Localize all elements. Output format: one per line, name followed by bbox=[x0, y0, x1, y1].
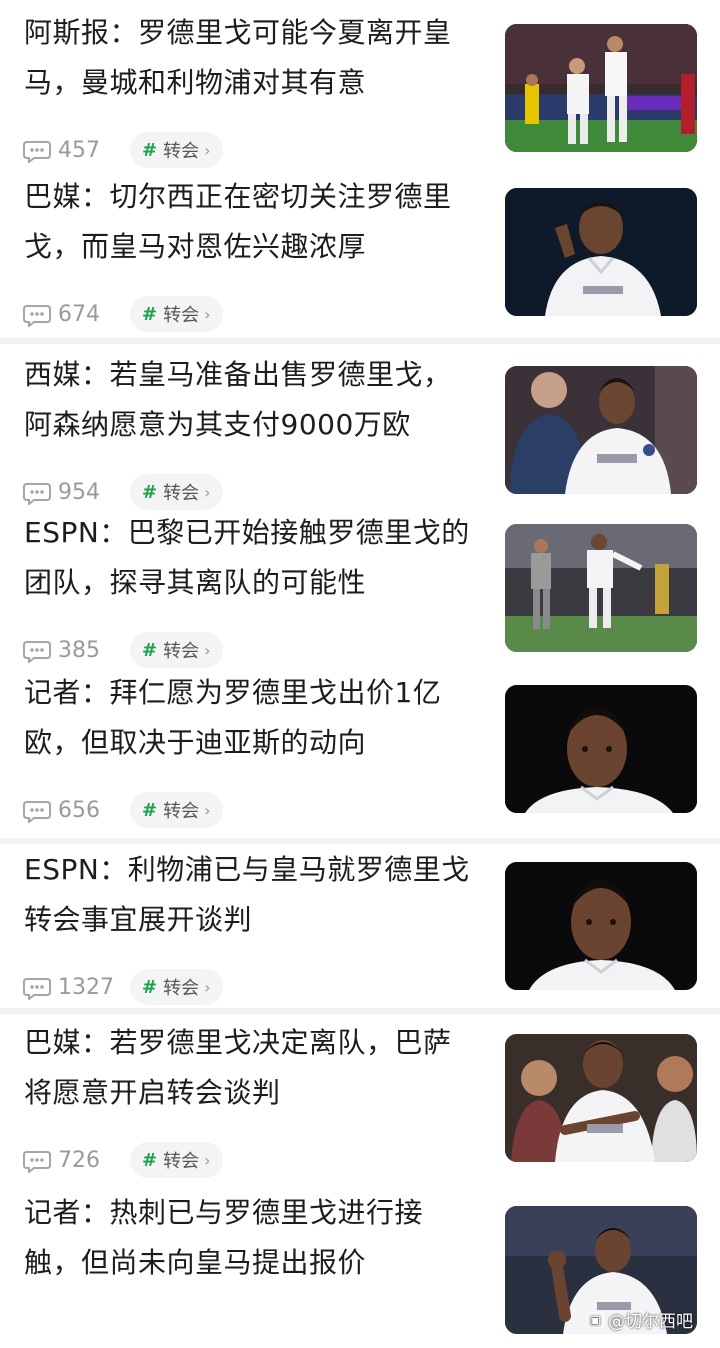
chevron-right-icon: › bbox=[204, 640, 211, 660]
comment-count: 385 bbox=[58, 637, 100, 663]
news-title[interactable]: ESPN：利物浦已与皇马就罗德里戈 转会事宜展开谈判 bbox=[24, 845, 486, 945]
news-title-line: 阿森纳愿意为其支付9000万欧 bbox=[24, 408, 411, 441]
news-title[interactable]: ESPN：巴黎已开始接触罗德里戈的 团队，探寻其离队的可能性 bbox=[24, 508, 486, 608]
comment-count: 674 bbox=[58, 301, 100, 327]
comment-icon bbox=[22, 303, 52, 327]
hash-icon: # bbox=[142, 139, 158, 161]
news-meta: 726 # 转会 › bbox=[22, 1142, 223, 1178]
topic-tag-label: 转会 bbox=[163, 1151, 200, 1172]
news-title-line: ESPN：利物浦已与皇马就罗德里戈 bbox=[24, 853, 470, 886]
comment-count: 954 bbox=[58, 479, 100, 505]
news-title-line: ESPN：巴黎已开始接触罗德里戈的 bbox=[24, 516, 470, 549]
chevron-right-icon: › bbox=[204, 482, 211, 502]
news-title[interactable]: 记者：拜仁愿为罗德里戈出价1亿 欧，但取决于迪亚斯的动向 bbox=[24, 668, 486, 768]
news-title[interactable]: 巴媒：若罗德里戈决定离队，巴萨 将愿意开启转会谈判 bbox=[24, 1018, 486, 1118]
comment-count: 656 bbox=[58, 797, 100, 823]
comment-icon bbox=[22, 1149, 52, 1173]
news-thumbnail[interactable] bbox=[505, 862, 697, 990]
news-title-line: 将愿意开启转会谈判 bbox=[24, 1076, 281, 1109]
chevron-right-icon: › bbox=[204, 977, 211, 997]
news-title-line: 巴媒：切尔西正在密切关注罗德里 bbox=[24, 180, 452, 213]
chevron-right-icon: › bbox=[204, 1150, 211, 1170]
news-feed: 阿斯报：罗德里戈可能今夏离开皇 马，曼城和利物浦对其有意 457 # 转会 › 巴媒：切尔西… bbox=[0, 0, 720, 1334]
topic-tag-transfer[interactable]: # 转会 › bbox=[130, 296, 223, 332]
news-thumbnail[interactable] bbox=[505, 188, 697, 316]
topic-tag-label: 转会 bbox=[163, 483, 200, 504]
news-meta: 1327 # 转会 › bbox=[22, 969, 223, 1005]
news-meta: 674 # 转会 › bbox=[22, 296, 223, 332]
section-divider bbox=[0, 1008, 720, 1014]
news-thumbnail[interactable] bbox=[505, 366, 697, 494]
topic-tag-label: 转会 bbox=[163, 641, 200, 662]
hash-icon: # bbox=[142, 1149, 158, 1171]
hash-icon: # bbox=[142, 639, 158, 661]
news-title[interactable]: 阿斯报：罗德里戈可能今夏离开皇 马，曼城和利物浦对其有意 bbox=[24, 8, 486, 108]
news-title-line: 戈，而皇马对恩佐兴趣浓厚 bbox=[24, 230, 367, 263]
topic-tag-transfer[interactable]: # 转会 › bbox=[130, 132, 223, 168]
news-title-line: 巴媒：若罗德里戈决定离队，巴萨 bbox=[24, 1026, 452, 1059]
hash-icon: # bbox=[142, 799, 158, 821]
comment-count: 1327 bbox=[58, 974, 114, 1000]
news-title-line: 记者：拜仁愿为罗德里戈出价1亿 bbox=[24, 676, 442, 709]
comment-icon bbox=[22, 639, 52, 663]
section-divider bbox=[0, 838, 720, 844]
news-title-line: 欧，但取决于迪亚斯的动向 bbox=[24, 726, 367, 759]
hash-icon: # bbox=[142, 481, 158, 503]
news-title-line: 西媒：若皇马准备出售罗德里戈， bbox=[24, 358, 452, 391]
comment-count: 457 bbox=[58, 137, 100, 163]
news-title-line: 阿斯报：罗德里戈可能今夏离开皇 bbox=[24, 16, 452, 49]
watermark: ▣ @切尔西吧 bbox=[586, 1307, 693, 1332]
news-title[interactable]: 记者：热刺已与罗德里戈进行接 触，但尚未向皇马提出报价 bbox=[24, 1188, 486, 1288]
news-title[interactable]: 巴媒：切尔西正在密切关注罗德里 戈，而皇马对恩佐兴趣浓厚 bbox=[24, 172, 486, 272]
news-meta: 656 # 转会 › bbox=[22, 792, 223, 828]
watermark-text: @切尔西吧 bbox=[608, 1312, 693, 1332]
news-title-line: 团队，探寻其离队的可能性 bbox=[24, 566, 367, 599]
news-title-line: 马，曼城和利物浦对其有意 bbox=[24, 66, 367, 99]
news-meta: 457 # 转会 › bbox=[22, 132, 223, 168]
chevron-right-icon: › bbox=[204, 140, 211, 160]
chevron-right-icon: › bbox=[204, 800, 211, 820]
watermark-logo-icon: ▣ bbox=[586, 1311, 604, 1328]
topic-tag-transfer[interactable]: # 转会 › bbox=[130, 1142, 223, 1178]
news-title[interactable]: 西媒：若皇马准备出售罗德里戈， 阿森纳愿意为其支付9000万欧 bbox=[24, 350, 486, 450]
topic-tag-label: 转会 bbox=[163, 141, 200, 162]
news-meta: 954 # 转会 › bbox=[22, 474, 223, 510]
news-title-line: 记者：热刺已与罗德里戈进行接 bbox=[24, 1196, 424, 1229]
hash-icon: # bbox=[142, 976, 158, 998]
section-divider bbox=[0, 338, 720, 344]
comment-icon bbox=[22, 799, 52, 823]
hash-icon: # bbox=[142, 303, 158, 325]
topic-tag-transfer[interactable]: # 转会 › bbox=[130, 632, 223, 668]
topic-tag-label: 转会 bbox=[163, 305, 200, 326]
comment-icon bbox=[22, 976, 52, 1000]
news-thumbnail[interactable] bbox=[505, 524, 697, 652]
news-thumbnail[interactable] bbox=[505, 24, 697, 152]
news-title-line: 触，但尚未向皇马提出报价 bbox=[24, 1246, 367, 1279]
news-thumbnail[interactable]: ▣ @切尔西吧 bbox=[505, 1206, 697, 1334]
chevron-right-icon: › bbox=[204, 304, 211, 324]
news-thumbnail[interactable] bbox=[505, 1034, 697, 1162]
topic-tag-transfer[interactable]: # 转会 › bbox=[130, 969, 223, 1005]
news-thumbnail[interactable] bbox=[505, 685, 697, 813]
topic-tag-label: 转会 bbox=[163, 801, 200, 822]
comment-icon bbox=[22, 481, 52, 505]
comment-count: 726 bbox=[58, 1147, 100, 1173]
news-meta: 385 # 转会 › bbox=[22, 632, 223, 668]
topic-tag-label: 转会 bbox=[163, 978, 200, 999]
topic-tag-transfer[interactable]: # 转会 › bbox=[130, 474, 223, 510]
comment-icon bbox=[22, 139, 52, 163]
topic-tag-transfer[interactable]: # 转会 › bbox=[130, 792, 223, 828]
news-title-line: 转会事宜展开谈判 bbox=[24, 903, 253, 936]
